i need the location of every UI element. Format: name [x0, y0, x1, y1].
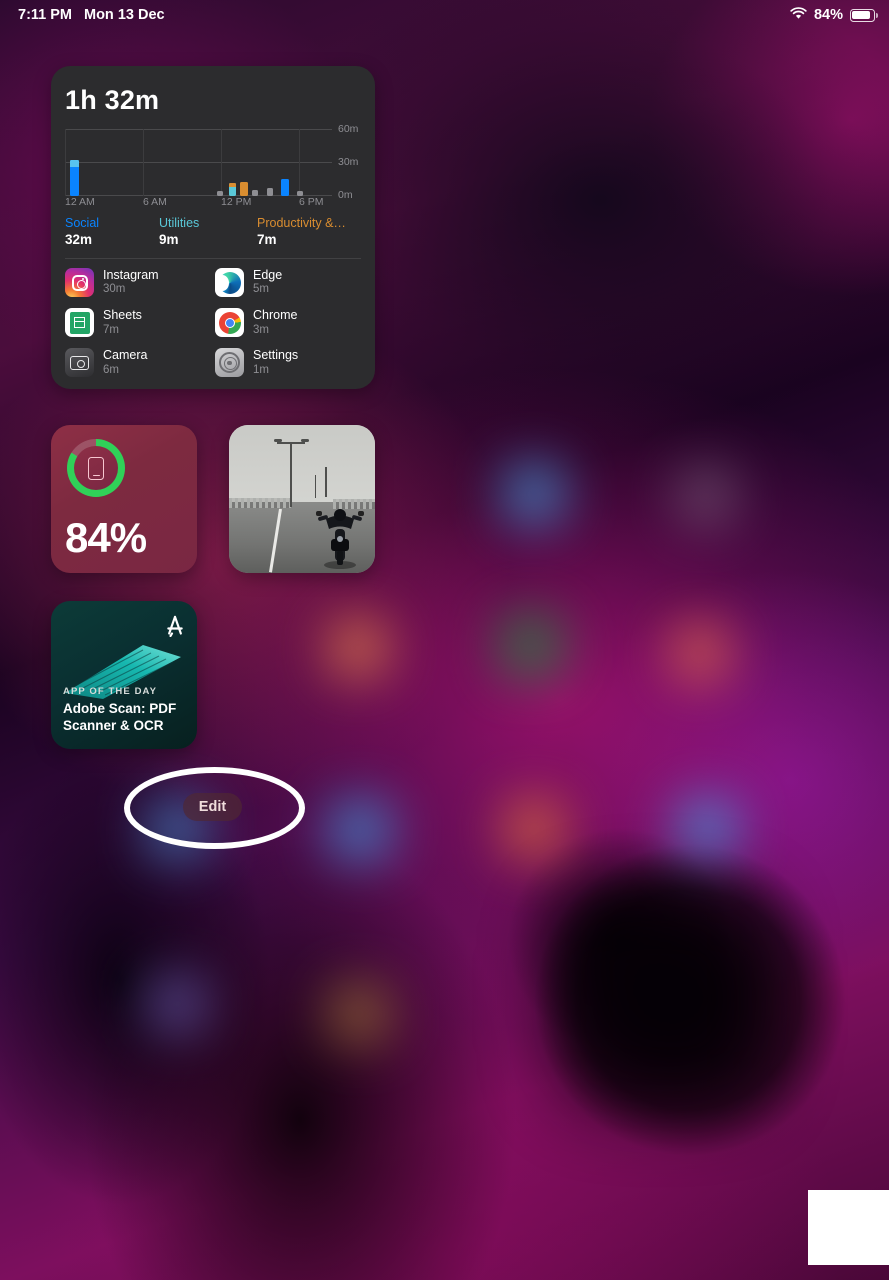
app-name: Settings — [253, 348, 299, 363]
battery-ring-gauge — [67, 439, 125, 497]
list-item[interactable]: Settings 1m — [215, 348, 365, 378]
legend-value: 7m — [257, 232, 277, 247]
list-item[interactable]: Sheets 7m — [65, 308, 215, 338]
legend-value: 9m — [159, 232, 179, 247]
app-time: 6m — [103, 363, 119, 376]
chrome-icon — [215, 308, 244, 338]
camera-icon — [65, 348, 94, 378]
battery-widget[interactable]: 84% — [51, 425, 197, 573]
status-time: 7:11 PM — [18, 7, 72, 23]
legend-item-social: Social 32m — [65, 216, 159, 247]
app-store-icon — [167, 615, 183, 637]
status-bar-right: 84% — [790, 6, 878, 24]
chart-xtick-12pm: 12 PM — [221, 196, 252, 208]
legend-item-utilities: Utilities 9m — [159, 216, 257, 247]
wifi-icon — [790, 6, 807, 24]
screen-time-category-legend: Social 32m Utilities 9m Productivity &… … — [65, 216, 365, 247]
photo-sky — [229, 425, 375, 502]
chart-xtick-12am: 12 AM — [65, 196, 95, 208]
list-item[interactable]: Edge 5m — [215, 268, 365, 298]
app-time: 3m — [253, 323, 269, 336]
list-item[interactable]: Instagram 30m — [65, 268, 215, 298]
sheets-icon — [65, 308, 94, 338]
white-corner-overlay — [808, 1190, 889, 1265]
chart-ytick-30: 30m — [338, 156, 359, 168]
chart-bar — [229, 183, 236, 196]
screen-time-app-list: Instagram 30m Edge 5m Sheets 7m Chrome 3… — [65, 268, 365, 378]
app-name: Edge — [253, 268, 283, 282]
photo-motorcycle — [316, 509, 364, 569]
settings-icon — [215, 348, 244, 378]
screen-time-chart: 60m 30m 0m — [65, 123, 358, 201]
photo-distant-pole — [325, 467, 327, 497]
battery-icon — [850, 8, 878, 22]
instagram-icon — [65, 268, 94, 298]
photo-streetlamp-head — [301, 439, 309, 442]
chart-bar — [240, 182, 248, 196]
photo-streetlamp-pole — [290, 443, 293, 507]
battery-percent-label: 84% — [813, 7, 843, 23]
legend-item-productivity: Productivity &… 7m — [257, 216, 359, 247]
app-store-kicker: APP OF THE DAY — [63, 686, 158, 697]
app-name: Chrome — [253, 308, 298, 323]
ipad-icon — [88, 456, 104, 480]
app-store-title: Adobe Scan: PDF Scanner & OCR — [63, 701, 177, 734]
edit-button[interactable]: Edit — [183, 793, 242, 821]
battery-percent-value: 84% — [65, 514, 147, 561]
list-item[interactable]: Chrome 3m — [215, 308, 365, 338]
chart-xtick-6pm: 6 PM — [299, 196, 324, 208]
legend-value: 32m — [65, 232, 93, 247]
photo-streetlamp-arm — [277, 442, 305, 445]
chart-bar — [267, 188, 273, 196]
chart-x-axis: 12 AM 6 AM 12 PM 6 PM — [65, 196, 332, 210]
status-bar-left: 7:11 PM Mon 13 Dec — [18, 7, 165, 23]
edge-icon — [215, 268, 244, 298]
app-time: 7m — [103, 323, 119, 336]
app-time: 5m — [253, 283, 269, 296]
chart-xtick-6am: 6 AM — [143, 196, 167, 208]
screen-time-widget[interactable]: 1h 32m 60m 30m 0m 12 AM 6 AM 12 PM 6 PM — [51, 66, 375, 389]
status-bar: 7:11 PM Mon 13 Dec 84% — [0, 0, 889, 30]
photo-streetlamp-head — [274, 439, 282, 442]
divider — [65, 258, 361, 259]
app-store-widget[interactable]: APP OF THE DAY Adobe Scan: PDF Scanner &… — [51, 601, 197, 749]
list-item[interactable]: Camera 6m — [65, 348, 215, 378]
app-name: Instagram — [103, 268, 159, 282]
legend-label: Productivity &… — [257, 216, 346, 230]
chart-ytick-0: 0m — [338, 189, 353, 201]
status-date: Mon 13 Dec — [84, 7, 165, 23]
app-name: Sheets — [103, 308, 142, 323]
chart-bar — [281, 179, 289, 196]
chart-ytick-60: 60m — [338, 123, 359, 135]
photo-widget[interactable] — [229, 425, 375, 573]
app-time: 1m — [253, 363, 269, 376]
app-time: 30m — [103, 283, 126, 296]
photo-barrier — [229, 497, 291, 508]
app-name: Camera — [103, 348, 148, 363]
legend-label: Utilities — [159, 216, 200, 230]
screen-time-total: 1h 32m — [65, 85, 160, 115]
chart-bar — [70, 160, 79, 196]
legend-label: Social — [65, 216, 100, 230]
